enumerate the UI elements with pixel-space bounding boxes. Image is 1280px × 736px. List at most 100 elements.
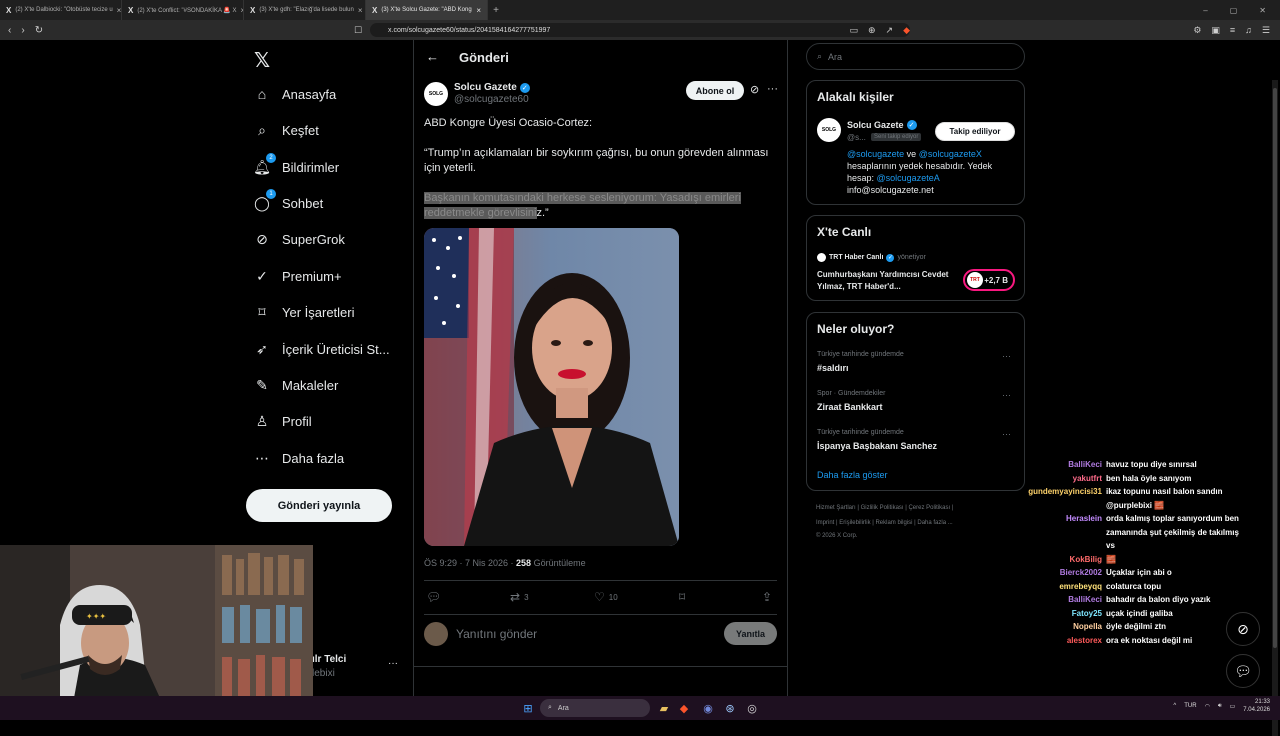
reply-input[interactable]: Yanıtını gönder <box>456 627 537 641</box>
article-icon: ✎ <box>256 376 268 393</box>
maximize-icon[interactable]: ▢ <box>1230 6 1238 15</box>
music-icon[interactable]: ♫ <box>1245 25 1252 36</box>
nav-articles[interactable]: ✎ Makaleler <box>254 377 338 393</box>
nav-notifications[interactable]: 🔔︎ 2 Bildirimler <box>253 153 339 175</box>
wallet-icon[interactable]: ▣ <box>1211 25 1220 36</box>
new-tab-icon[interactable]: + <box>488 5 504 16</box>
close-icon[interactable]: × <box>476 6 481 15</box>
volume-icon[interactable]: 🔊︎ <box>1218 703 1222 710</box>
tweet-photo[interactable] <box>424 228 679 546</box>
back-icon[interactable]: ‹ <box>8 25 11 36</box>
chat-username[interactable]: KokBilig <box>1010 553 1106 566</box>
browser-tab-active[interactable]: X (3) X'te Solcu Gazete: "ABD Kong × <box>366 0 488 20</box>
nav-home[interactable]: ⌂ Anasayfa <box>254 86 336 102</box>
bookmark-action[interactable]: ⌑ <box>679 590 685 604</box>
trend-item[interactable]: Ziraat Bankkart <box>817 402 883 412</box>
browser-menu-icon[interactable]: ☰ <box>1262 25 1270 36</box>
language-indicator[interactable]: TUR <box>1184 703 1196 709</box>
chat-username[interactable]: emrebeyqq <box>1010 580 1106 593</box>
minimize-icon[interactable]: – <box>1203 6 1207 15</box>
nav-premium[interactable]: ✓ Premium+ <box>254 268 341 284</box>
browser-tab[interactable]: X (3) X'te gdh: "Elazığ'da lisede bulun × <box>244 0 366 20</box>
more-icon[interactable]: ··· <box>1002 390 1011 400</box>
grok-icon[interactable]: ⊘ <box>750 83 759 96</box>
retweet-action[interactable]: ⇄ 3 <box>510 590 529 604</box>
chat-username[interactable]: Heraslein <box>1010 512 1106 525</box>
reader-icon[interactable]: ▭ <box>849 25 858 36</box>
x-logo-icon[interactable]: 𝕏 <box>254 48 270 73</box>
post-button[interactable]: Gönderi yayınla <box>246 489 392 522</box>
reply-action[interactable]: 💬︎ <box>426 590 445 604</box>
file-explorer-icon[interactable]: ▰ <box>656 700 672 716</box>
reload-icon[interactable]: ↻ <box>35 25 43 36</box>
start-icon[interactable]: ⊞ <box>520 700 536 716</box>
nav-more[interactable]: ⋯ Daha fazla <box>254 450 344 466</box>
battery-icon[interactable]: ▭ <box>1230 703 1236 710</box>
clock[interactable]: 21:33 7.04.2026 <box>1243 698 1270 714</box>
back-arrow-icon[interactable]: ← <box>426 49 439 64</box>
url-field[interactable]: x.com/solcugazete60/status/2041584164277… <box>370 23 910 37</box>
zoom-icon[interactable]: ⊕ <box>868 25 876 36</box>
live-listeners-badge[interactable]: TRT +2,7 B <box>963 269 1015 291</box>
like-action[interactable]: ♡ 10 <box>594 590 618 604</box>
nav-bookmarks[interactable]: ⌑ Yer İşaretleri <box>254 304 354 320</box>
author-name[interactable]: Solcu Gazete ✓ <box>454 82 530 93</box>
menu-icon[interactable]: ≡ <box>1230 25 1235 36</box>
show-more-link[interactable]: Daha fazla göster <box>817 470 888 480</box>
chat-username[interactable]: Bierck2002 <box>1010 566 1106 579</box>
forward-icon[interactable]: › <box>21 25 24 36</box>
author-handle[interactable]: @solcugazete60 <box>454 94 529 105</box>
more-icon[interactable]: ··· <box>767 83 778 95</box>
search-input[interactable]: ⌕ Ara <box>806 43 1025 70</box>
related-avatar[interactable]: SOLG <box>817 118 841 142</box>
chevron-up-icon[interactable]: ^ <box>1173 703 1176 709</box>
related-name[interactable]: Solcu Gazete ✓ <box>847 120 917 130</box>
chat-username[interactable]: Fatoy25 <box>1010 607 1106 620</box>
browser-tab[interactable]: X(2) X'te Conflict: "#SONDAKİKA 🚨 X× <box>122 0 244 20</box>
chat-username[interactable]: Nopella <box>1010 620 1106 633</box>
chat-text: 🧱 <box>1106 554 1116 564</box>
chat-username[interactable]: BalliKeci <box>1010 593 1106 606</box>
footer-links[interactable]: Hizmet Şartları | Gizlilik Politikası | … <box>816 505 953 511</box>
chat-username[interactable]: gundemyayincisi31 <box>1010 485 1106 498</box>
live-host[interactable]: TRT Haber Canlı ✓ yönetiyor <box>817 253 926 262</box>
portrait-image <box>424 228 679 546</box>
extensions-icon[interactable]: ⚙ <box>1193 25 1201 36</box>
close-icon[interactable]: × <box>117 6 121 15</box>
discord-icon[interactable]: ◉ <box>700 700 716 716</box>
nav-explore[interactable]: ⌕ Keşfet <box>254 122 319 138</box>
messages-float-icon[interactable]: 💬︎ <box>1226 654 1260 688</box>
chat-message: gundemyayincisi31 ikaz topunu nasıl balon… <box>1010 485 1270 498</box>
chat-username[interactable]: alestorex <box>1010 634 1106 647</box>
bookmark-page-icon[interactable]: ☐ <box>354 25 362 36</box>
following-button[interactable]: Takip ediliyor <box>935 122 1015 141</box>
more-icon[interactable]: ··· <box>388 658 398 669</box>
brave-shield-icon[interactable]: ◆ <box>903 25 910 36</box>
nav-supergrok[interactable]: ⊘ SuperGrok <box>254 231 345 247</box>
chat-username[interactable]: BalliKeci <box>1010 458 1106 471</box>
subscribe-button[interactable]: Abone ol <box>686 81 744 100</box>
browser-tab[interactable]: X (2) X'te Dalbiocki: "Otobüste tecize u × <box>0 0 122 20</box>
footer-links[interactable]: Imprint | Erişilebilirlik | Reklam bilgi… <box>816 520 953 526</box>
trend-item[interactable]: İspanya Başbakanı Sanchez <box>817 441 937 451</box>
author-avatar[interactable]: SOLG <box>424 82 448 106</box>
taskbar-search[interactable]: ⌕ Ara <box>540 699 650 717</box>
brave-icon[interactable]: ◆ <box>676 700 692 716</box>
obs-icon[interactable]: ◎ <box>744 700 760 716</box>
wifi-icon[interactable]: ◠ <box>1205 703 1210 710</box>
more-icon[interactable]: ··· <box>1002 351 1011 361</box>
chat-username[interactable]: yakutfrt <box>1010 472 1106 485</box>
nav-creator-studio[interactable]: ➶ İçerik Üreticisi St... <box>254 341 390 357</box>
window-close-icon[interactable]: ✕ <box>1259 6 1266 15</box>
share-action[interactable]: ⇪ <box>762 590 772 604</box>
scrollbar-thumb[interactable] <box>1273 88 1277 648</box>
close-icon[interactable]: × <box>358 6 363 15</box>
trend-item[interactable]: #saldırı <box>817 363 849 373</box>
live-topic[interactable]: Cumhurbaşkanı Yardımcısı Cevdet Yılmaz, … <box>817 269 957 293</box>
reply-button[interactable]: Yanıtla <box>724 622 777 645</box>
nav-profile[interactable]: ♙ Profil <box>254 413 312 429</box>
nav-chat[interactable]: ◯ 1 Sohbet <box>254 189 323 211</box>
more-icon[interactable]: ··· <box>1002 429 1011 439</box>
steam-icon[interactable]: ⊛ <box>722 700 738 716</box>
share-icon[interactable]: ↗ <box>886 25 894 36</box>
